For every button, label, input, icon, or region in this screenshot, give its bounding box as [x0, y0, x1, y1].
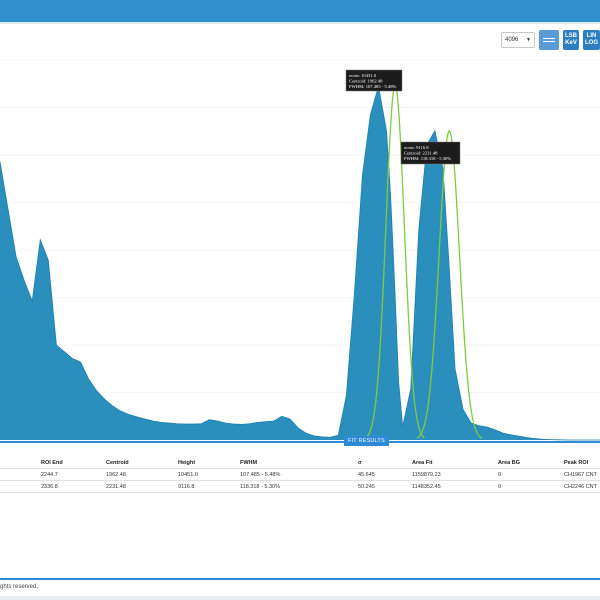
line-icon — [543, 38, 555, 39]
line-icon — [543, 41, 555, 42]
energy-unit-button[interactable]: LSB KeV — [563, 30, 579, 50]
table-cell: CH2246 CNT — [564, 484, 598, 490]
tooltip-2-counts: ocnts: 9116.8 — [404, 145, 429, 150]
table-cell: 0 — [498, 472, 502, 478]
table-row[interactable]: 2336.8 2231.48 9116.8 118.318 - 5.30% 50… — [0, 481, 600, 493]
column-header: FWHM — [240, 460, 258, 466]
table-cell: 50.245 — [358, 484, 375, 490]
fit-results-title: FIT RESULTS — [344, 436, 389, 446]
table-cell: 2336.8 — [41, 484, 58, 490]
scale-button-line2: LOG — [585, 40, 598, 46]
table-cell: 9116.8 — [178, 484, 195, 490]
fit-toggle-button[interactable] — [539, 30, 559, 50]
chart-marks — [0, 84, 600, 441]
table-cell: 0 — [498, 484, 502, 490]
table-row[interactable]: 2244.7 1962.48 10451.0 107.485 - 5.48% 4… — [0, 469, 600, 481]
table-cell: 10451.0 — [178, 472, 198, 478]
footer-bar — [0, 596, 600, 600]
table-cell: 1962.48 — [106, 472, 126, 478]
channels-select[interactable]: 4096 ▼ — [501, 32, 535, 48]
scale-button-line1: LIN — [586, 33, 597, 39]
table-cell: CH1967 CNT — [564, 472, 598, 478]
table-cell: 1148352.45 — [412, 484, 441, 490]
energy-button-line2: KeV — [565, 40, 577, 46]
table-cell: 2244.7 — [41, 472, 58, 478]
table-cell: 1159879.23 — [412, 472, 441, 478]
peak-tooltip-1: ocnts: 10431.0 Centroid: 1962.48 FWHM: 1… — [345, 69, 403, 92]
energy-button-line1: LSB — [565, 33, 577, 39]
peak-tooltip-2: ocnts: 9116.8 Centroid: 2231.48 FWHM: 11… — [400, 141, 461, 165]
copyright-footer: ghts reserved. — [0, 584, 39, 590]
app-header-bar — [0, 0, 600, 22]
column-header: σ — [358, 460, 362, 466]
scale-toggle-button[interactable]: LIN LOG — [583, 30, 600, 50]
channels-select-value: 4096 — [505, 37, 519, 43]
column-header: Height — [178, 460, 196, 466]
spectrum-area — [0, 86, 600, 441]
column-header: Centroid — [106, 460, 129, 466]
table-header-row: ROI End Centroid Height FWHM σ Area Fit … — [0, 457, 600, 469]
tooltip-2-fwhm: FWHM: 118.318 - 5.30% — [404, 156, 451, 161]
table-cell: 118.318 - 5.30% — [240, 484, 280, 490]
chevron-down-icon: ▼ — [526, 37, 531, 43]
column-header: Area Fit — [412, 460, 433, 466]
column-header: Area BG — [498, 460, 521, 466]
tooltip-1-counts: ocnts: 10431.0 — [349, 73, 377, 78]
table-cell: 2231.48 — [106, 484, 126, 490]
table-cell: 107.485 - 5.48% — [240, 472, 281, 478]
header-divider — [0, 22, 600, 24]
table-cell: 45.645 — [358, 472, 375, 478]
tooltip-1-fwhm: FWHM: 107.485 - 5.48% — [349, 84, 397, 89]
column-header: Peak ROI — [564, 460, 589, 466]
fit-results-panel: FIT RESULTS ROI End Centroid Height FWHM… — [0, 436, 600, 580]
tooltip-1-centroid: Centroid: 1962.48 — [349, 79, 383, 84]
chart-controls: 4096 ▼ LSB KeV LIN LOG — [501, 30, 600, 50]
tooltip-2-centroid: Centroid: 2231.48 — [404, 151, 438, 156]
fit-results-table: ROI End Centroid Height FWHM σ Area Fit … — [0, 457, 600, 493]
column-header: ROI End — [41, 460, 63, 466]
